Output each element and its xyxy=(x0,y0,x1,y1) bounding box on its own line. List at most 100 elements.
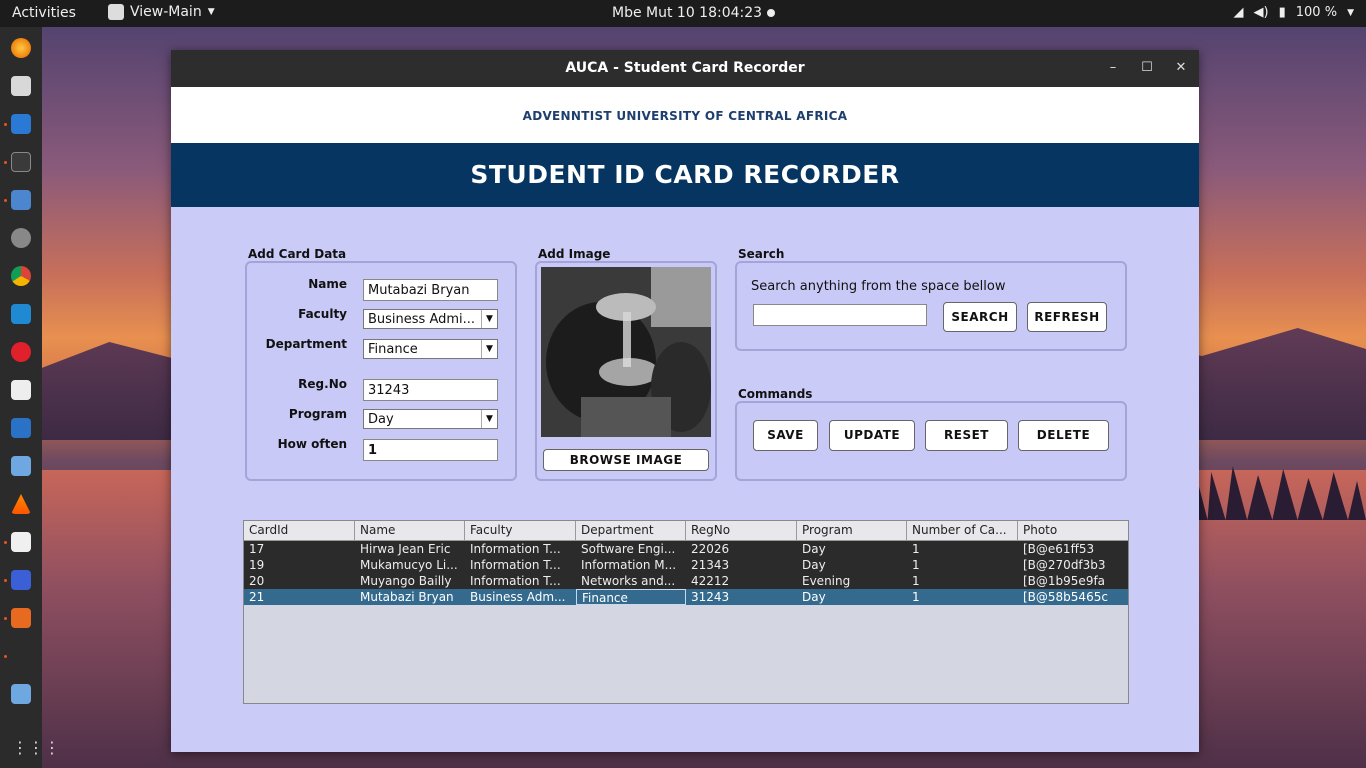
column-header-program[interactable]: Program xyxy=(797,521,907,540)
delete-button[interactable]: DELETE xyxy=(1018,420,1109,451)
package-icon-2[interactable] xyxy=(11,684,31,704)
column-header-name[interactable]: Name xyxy=(355,521,465,540)
running-indicator xyxy=(4,541,7,544)
activities-button[interactable]: Activities xyxy=(12,5,76,21)
close-icon[interactable]: ✕ xyxy=(1173,60,1189,76)
running-indicator xyxy=(4,617,7,620)
table-row[interactable]: 17 Hirwa Jean Eric Information T... Soft… xyxy=(244,541,1128,557)
clock[interactable]: Mbe Mut 10 18:04:23 xyxy=(612,5,762,21)
chevron-down-icon: ▼ xyxy=(207,7,215,17)
student-photo xyxy=(541,267,711,437)
chevron-down-icon: ▼ xyxy=(481,340,497,358)
show-apps-icon[interactable]: ⋮⋮⋮ xyxy=(12,739,60,757)
regno-field[interactable]: 31243 xyxy=(363,379,498,401)
table-cell: Hirwa Jean Eric xyxy=(360,542,451,556)
opera-icon[interactable] xyxy=(11,342,31,362)
app-banner: STUDENT ID CARD RECORDER xyxy=(171,143,1199,207)
browse-image-button[interactable]: BROWSE IMAGE xyxy=(543,449,709,471)
how-often-field[interactable]: 1 xyxy=(363,439,498,461)
column-header-regno[interactable]: RegNo xyxy=(686,521,797,540)
university-name: ADVENNTIST UNIVERSITY OF CENTRAL AFRICA xyxy=(522,109,848,123)
department-label: Department xyxy=(265,337,347,351)
table-cell: 31243 xyxy=(691,590,730,604)
chevron-down-icon: ▼ xyxy=(481,310,497,328)
table-cell: 1 xyxy=(912,542,920,556)
table-cell: Mukamucyo Li... xyxy=(360,558,458,572)
table-header: CardId Name Faculty Department RegNo Pro… xyxy=(244,521,1128,541)
department-select[interactable]: Finance ▼ xyxy=(363,339,498,359)
calc-icon[interactable] xyxy=(11,532,31,552)
column-header-photo[interactable]: Photo xyxy=(1018,521,1128,540)
wifi-icon: ◢ xyxy=(1233,5,1244,20)
name-label: Name xyxy=(308,277,347,291)
app-menu[interactable]: View-Main ▼ xyxy=(108,4,215,20)
table-cell: Software Engi... xyxy=(581,542,676,556)
text-editor-icon[interactable] xyxy=(11,190,31,210)
commands-label: Commands xyxy=(738,387,813,401)
settings-icon[interactable] xyxy=(11,228,31,248)
vscode-icon[interactable] xyxy=(11,304,31,324)
image-panel-label: Add Image xyxy=(538,247,611,261)
table-row[interactable]: 20 Muyango Bailly Information T... Netwo… xyxy=(244,573,1128,589)
update-button[interactable]: UPDATE xyxy=(829,420,915,451)
column-header-number[interactable]: Number of Ca... xyxy=(907,521,1018,540)
table-cell: 17 xyxy=(249,542,265,556)
writer-icon[interactable] xyxy=(11,114,31,134)
running-indicator xyxy=(4,199,7,202)
program-selected: Day xyxy=(368,412,394,427)
cards-table[interactable]: CardId Name Faculty Department RegNo Pro… xyxy=(243,520,1129,704)
app-icon xyxy=(108,4,124,20)
table-row-selected[interactable]: 21 Mutabazi Bryan Business Adm... Financ… xyxy=(244,589,1128,605)
department-selected: Finance xyxy=(368,342,418,357)
files-icon[interactable] xyxy=(11,76,31,96)
running-indicator xyxy=(4,655,7,658)
table-cell: Day xyxy=(802,590,826,604)
column-header-faculty[interactable]: Faculty xyxy=(465,521,576,540)
search-button[interactable]: SEARCH xyxy=(943,302,1017,332)
minimize-icon[interactable]: – xyxy=(1105,60,1121,76)
terminal-icon[interactable] xyxy=(11,152,31,172)
table-cell: 1 xyxy=(912,574,920,588)
refresh-button[interactable]: REFRESH xyxy=(1027,302,1107,332)
table-cell: [B@58b5465c xyxy=(1023,590,1108,604)
table-cell: [B@e61ff53 xyxy=(1023,542,1095,556)
name-field[interactable]: Mutabazi Bryan xyxy=(363,279,498,301)
table-cell: 42212 xyxy=(691,574,730,588)
save-button[interactable]: SAVE xyxy=(753,420,818,451)
table-cell: Day xyxy=(802,558,826,572)
app-menu-label: View-Main xyxy=(130,4,202,20)
table-cell: 21 xyxy=(249,590,265,604)
reset-button[interactable]: RESET xyxy=(925,420,1008,451)
window-titlebar[interactable]: AUCA - Student Card Recorder – ☐ ✕ xyxy=(171,50,1199,87)
card-form-label: Add Card Data xyxy=(248,247,347,261)
table-cell: Information T... xyxy=(470,574,561,588)
chrome-icon[interactable] xyxy=(11,266,31,286)
vlc-icon[interactable] xyxy=(11,494,31,514)
window-title: AUCA - Student Card Recorder xyxy=(565,60,805,76)
downloader-icon[interactable] xyxy=(11,380,31,400)
table-row[interactable]: 19 Mukamucyo Li... Information T... Info… xyxy=(244,557,1128,573)
column-header-department[interactable]: Department xyxy=(576,521,686,540)
university-header: ADVENNTIST UNIVERSITY OF CENTRAL AFRICA xyxy=(171,87,1199,143)
table-cell: Evening xyxy=(802,574,851,588)
search-panel-label: Search xyxy=(738,247,785,261)
regno-label: Reg.No xyxy=(298,377,347,391)
faculty-select[interactable]: Business Admi... ▼ xyxy=(363,309,498,329)
system-tray[interactable]: ◢ ◀) ▮ 100 % ▼ xyxy=(1234,5,1354,20)
table-cell: Information T... xyxy=(470,542,561,556)
table-cell: 19 xyxy=(249,558,265,572)
column-header-cardid[interactable]: CardId xyxy=(244,521,355,540)
program-select[interactable]: Day ▼ xyxy=(363,409,498,429)
screenshot-icon[interactable] xyxy=(11,570,31,590)
firefox-icon[interactable] xyxy=(11,38,31,58)
faculty-label: Faculty xyxy=(298,307,347,321)
notification-dot xyxy=(767,9,775,17)
system-monitor-icon[interactable] xyxy=(11,418,31,438)
running-indicator xyxy=(4,161,7,164)
package-icon[interactable] xyxy=(11,456,31,476)
search-input[interactable] xyxy=(753,304,927,326)
top-bar: Activities View-Main ▼ Mbe Mut 10 18:04:… xyxy=(0,0,1366,27)
maximize-icon[interactable]: ☐ xyxy=(1139,60,1155,76)
impress-icon[interactable] xyxy=(11,608,31,628)
table-cell: 22026 xyxy=(691,542,730,556)
